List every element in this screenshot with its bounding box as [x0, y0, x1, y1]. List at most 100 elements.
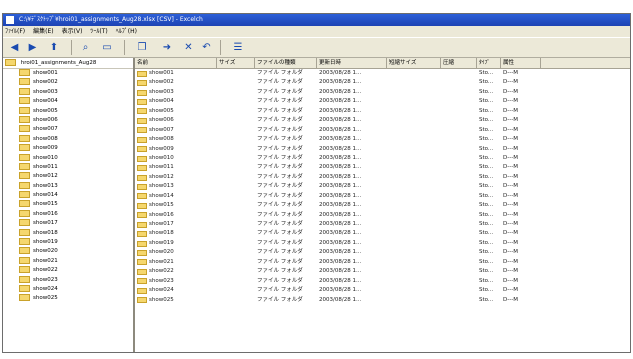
folders-icon[interactable]: ▭ [96, 40, 118, 55]
undo-icon[interactable]: ↶ [199, 40, 214, 55]
column-name[interactable]: 名前 [135, 58, 217, 68]
file-type: ファイル フォルダ [257, 202, 303, 209]
move-icon[interactable]: ➜ [156, 40, 178, 55]
tree-item[interactable]: show002 [3, 78, 133, 87]
file-modified: 2003/08/28 1... [319, 249, 362, 256]
explorer-window: C:\¥ﾃﾞｽｸﾄｯﾌﾟ¥hroi01_assignments_Aug28.xl… [2, 13, 631, 353]
tree-item[interactable]: show015 [3, 200, 133, 209]
file-size [217, 69, 255, 78]
file-type: ファイル フォルダ [257, 88, 303, 95]
table-row[interactable]: show005 ファイル フォルダ 2003/08/28 1... Sto... D--… [135, 107, 630, 116]
table-row[interactable]: show003 ファイル フォルダ 2003/08/28 1... Sto... D--… [135, 88, 630, 97]
table-row[interactable]: show017 ファイル フォルダ 2003/08/28 1... Sto... D--… [135, 220, 630, 229]
tree-item[interactable]: show016 [3, 209, 133, 219]
tree-item[interactable]: show011 [3, 162, 133, 172]
table-row[interactable]: show004 ファイル フォルダ 2003/08/28 1... Sto... D--… [135, 97, 630, 106]
file-compressed-size [387, 229, 441, 238]
tree-item-label: show009 [33, 145, 58, 152]
tree-item[interactable]: show009 [3, 144, 133, 153]
file-name: show022 [135, 267, 217, 276]
delete-icon[interactable]: ✕ [181, 40, 196, 55]
table-row[interactable]: show002 ファイル フォルダ 2003/08/28 1... Sto... D--… [135, 78, 630, 87]
tree-item[interactable]: show007 [3, 125, 133, 134]
menu-view[interactable]: 表示(V) [62, 26, 83, 37]
column-attributes[interactable]: 属性 [501, 58, 541, 68]
forward-icon[interactable]: ▶ [25, 40, 40, 55]
menu-help[interactable]: ﾍﾙﾌﾟ(H) [116, 26, 137, 37]
table-row[interactable]: show025 ファイル フォルダ 2003/08/28 1... Sto... D--… [135, 296, 630, 305]
back-icon[interactable]: ◀ [7, 40, 22, 55]
file-modified: 2003/08/28 1... [319, 221, 362, 227]
tree-item[interactable]: show001 [3, 69, 133, 78]
tree-item[interactable]: show020 [3, 247, 133, 256]
column-modified[interactable]: 更新日時 [317, 58, 387, 68]
folder-tree[interactable]: hroi01_assignments_Aug28 show001 show002 s… [3, 58, 135, 352]
table-row[interactable]: show020 ファイル フォルダ 2003/08/28 1... Sto... D--… [135, 248, 630, 257]
copy-icon[interactable]: ❐ [131, 40, 153, 55]
file-compression [441, 229, 477, 238]
file-compression [441, 154, 477, 163]
tree-item[interactable]: show017 [3, 219, 133, 228]
menu-tools[interactable]: ﾂｰﾙ(T) [90, 26, 107, 37]
file-modified: 2003/08/28 1... [319, 277, 362, 284]
column-size[interactable]: サイズ [217, 58, 255, 68]
table-row[interactable]: show022 ファイル フォルダ 2003/08/28 1... Sto... D--… [135, 267, 630, 276]
tree-item[interactable]: show013 [3, 181, 133, 191]
tree-item[interactable]: show006 [3, 115, 133, 125]
table-row[interactable]: show006 ファイル フォルダ 2003/08/28 1... Sto... D--… [135, 116, 630, 125]
title-bar[interactable]: C:\¥ﾃﾞｽｸﾄｯﾌﾟ¥hroi01_assignments_Aug28.xl… [3, 14, 630, 26]
table-row[interactable]: show009 ファイル フォルダ 2003/08/28 1... Sto... D--… [135, 145, 630, 154]
menu-file[interactable]: ﾌｧｲﾙ(F) [5, 26, 25, 37]
table-row[interactable]: show008 ファイル フォルダ 2003/08/28 1... Sto... D--… [135, 135, 630, 144]
table-row[interactable]: show011 ファイル フォルダ 2003/08/28 1... Sto... D--… [135, 163, 630, 172]
file-list[interactable]: 名前 サイズ ファイルの種類 更新日時 短縮サイズ 圧縮 ﾀｲﾌﾟ 属性 sho… [135, 58, 630, 352]
table-row[interactable]: show018 ファイル フォルダ 2003/08/28 1... Sto... D--… [135, 229, 630, 238]
column-compressed-size[interactable]: 短縮サイズ [387, 58, 441, 68]
file-kind: Sto... [479, 192, 494, 199]
tree-item[interactable]: show024 [3, 284, 133, 294]
column-compression[interactable]: 圧縮 [441, 58, 477, 68]
up-icon[interactable]: ⬆ [43, 40, 65, 55]
table-row[interactable]: show001 ファイル フォルダ 2003/08/28 1... Sto... D--… [135, 69, 630, 78]
column-type[interactable]: ファイルの種類 [255, 58, 317, 68]
views-icon[interactable]: ☰ [227, 40, 249, 55]
menu-edit[interactable]: 編集(E) [33, 26, 53, 37]
table-row[interactable]: show023 ファイル フォルダ 2003/08/28 1... Sto... D--… [135, 277, 630, 286]
file-size [217, 116, 255, 125]
table-row[interactable]: show012 ファイル フォルダ 2003/08/28 1... Sto... D--… [135, 173, 630, 182]
tree-root[interactable]: hroi01_assignments_Aug28 [3, 58, 133, 69]
tree-item[interactable]: show018 [3, 228, 133, 238]
search-icon[interactable]: ⌕ [78, 40, 93, 55]
file-modified: 2003/08/28 1... [319, 211, 362, 218]
file-name-label: show010 [149, 154, 174, 161]
table-row[interactable]: show013 ファイル フォルダ 2003/08/28 1... Sto... D--… [135, 182, 630, 191]
file-compression [441, 163, 477, 172]
file-kind: Sto... [479, 258, 494, 265]
tree-item[interactable]: show010 [3, 153, 133, 163]
file-kind: Sto... [479, 173, 494, 180]
table-row[interactable]: show010 ファイル フォルダ 2003/08/28 1... Sto... D--… [135, 154, 630, 163]
column-kind[interactable]: ﾀｲﾌﾟ [477, 58, 501, 68]
folder-icon [137, 108, 147, 115]
tree-item-label: show022 [33, 267, 58, 274]
table-row[interactable]: show024 ファイル フォルダ 2003/08/28 1... Sto... D--… [135, 286, 630, 295]
tree-item[interactable]: show004 [3, 97, 133, 106]
tree-item[interactable]: show012 [3, 172, 133, 181]
table-row[interactable]: show007 ファイル フォルダ 2003/08/28 1... Sto... D--… [135, 126, 630, 135]
folder-icon [137, 80, 147, 87]
file-kind: Sto... [479, 221, 494, 227]
tree-item[interactable]: show014 [3, 191, 133, 200]
table-row[interactable]: show014 ファイル フォルダ 2003/08/28 1... Sto... D--… [135, 192, 630, 201]
table-row[interactable]: show021 ファイル フォルダ 2003/08/28 1... Sto... D--… [135, 258, 630, 267]
table-row[interactable]: show016 ファイル フォルダ 2003/08/28 1... Sto... D--… [135, 211, 630, 220]
table-row[interactable]: show019 ファイル フォルダ 2003/08/28 1... Sto... D--… [135, 239, 630, 248]
tree-item[interactable]: show021 [3, 256, 133, 266]
tree-item[interactable]: show019 [3, 238, 133, 247]
tree-item[interactable]: show023 [3, 275, 133, 285]
tree-item[interactable]: show022 [3, 266, 133, 275]
tree-item[interactable]: show003 [3, 87, 133, 97]
tree-item[interactable]: show008 [3, 134, 133, 144]
table-row[interactable]: show015 ファイル フォルダ 2003/08/28 1... Sto... D--… [135, 201, 630, 210]
tree-item[interactable]: show005 [3, 106, 133, 116]
tree-item[interactable]: show025 [3, 294, 133, 303]
